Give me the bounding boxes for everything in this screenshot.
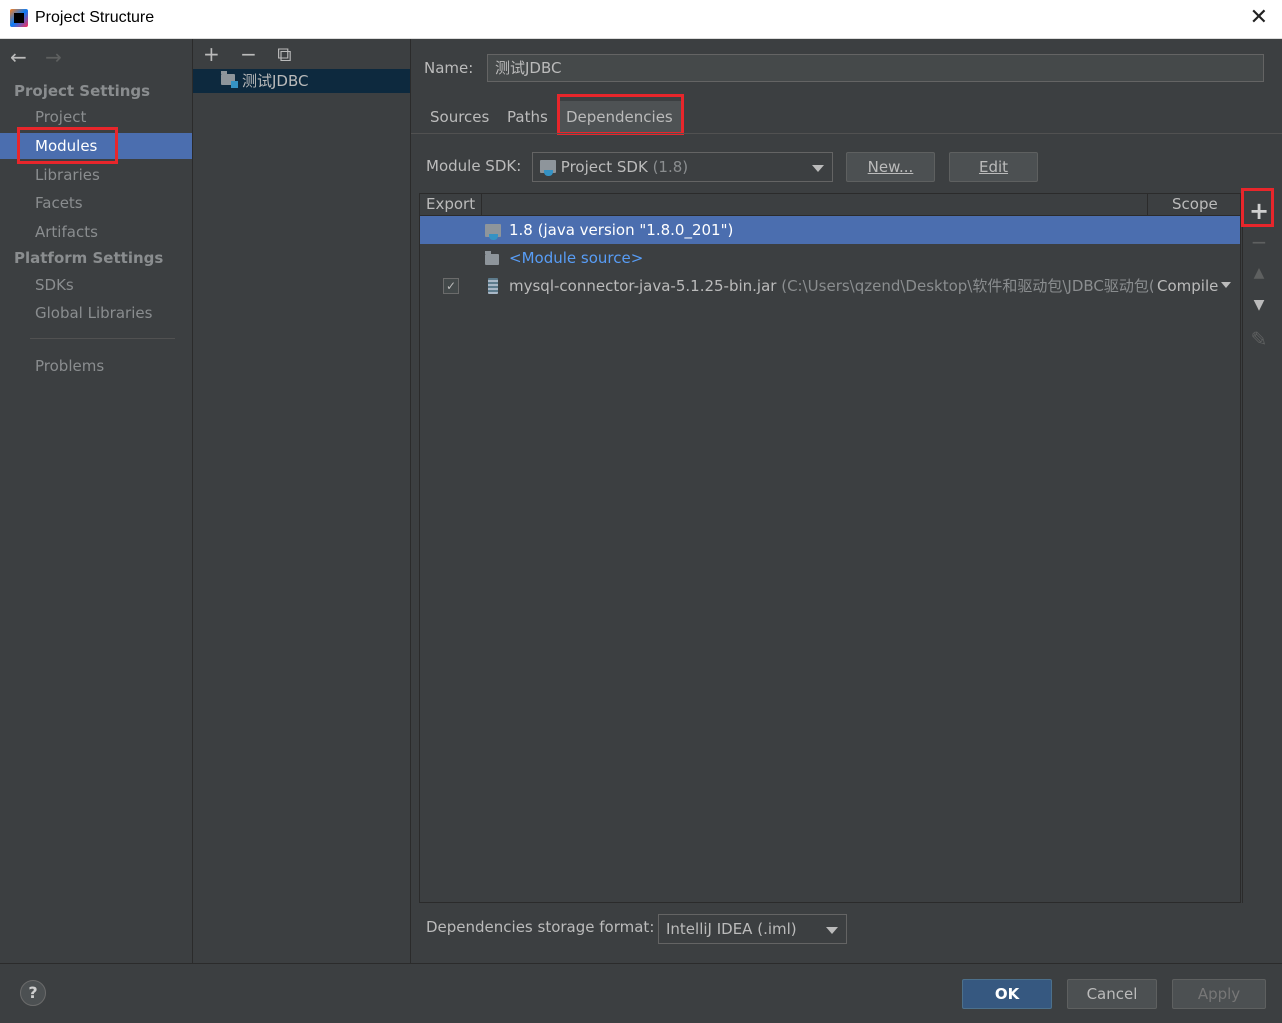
sdk-value: Project SDK — [560, 158, 648, 176]
ok-button[interactable]: OK — [962, 979, 1052, 1009]
dependency-text: mysql-connector-java-5.1.25-bin.jar (C:\… — [509, 272, 1163, 300]
sidebar-divider — [30, 338, 175, 339]
module-sdk-label: Module SDK: — [426, 157, 522, 175]
table-header: Export Scope — [420, 194, 1240, 216]
tab-sources[interactable]: Sources — [422, 101, 497, 133]
modules-list-panel: + − ⧉ 测试JDBC — [193, 39, 411, 963]
sidebar-item-problems[interactable]: Problems — [0, 353, 192, 379]
cancel-button[interactable]: Cancel — [1067, 979, 1157, 1009]
sidebar-item-artifacts[interactable]: Artifacts — [0, 219, 192, 245]
module-sdk-dropdown[interactable]: Project SDK (1.8) — [532, 152, 833, 182]
dialog-footer: ? OK Cancel Apply — [0, 963, 1282, 1023]
dependencies-table: Export Scope 1.8 (java version "1.8.0_20… — [419, 193, 1241, 903]
move-up-icon[interactable]: ▲ — [1243, 265, 1275, 281]
intellij-app-icon — [10, 9, 28, 27]
scope-value: Compile — [1157, 277, 1219, 295]
module-details-panel: Name: 测试JDBC Sources Paths Dependencies … — [411, 39, 1282, 963]
module-list-item[interactable]: 测试JDBC — [193, 69, 410, 93]
settings-sidebar: ← → Project Settings Project Modules Lib… — [0, 39, 193, 963]
forward-arrow-icon[interactable]: → — [45, 45, 62, 69]
close-icon[interactable]: ✕ — [1250, 5, 1268, 30]
storage-format-dropdown[interactable]: IntelliJ IDEA (.iml) — [658, 914, 847, 944]
move-down-icon[interactable]: ▼ — [1243, 297, 1275, 313]
tab-paths[interactable]: Paths — [499, 101, 556, 133]
sidebar-item-global-libraries[interactable]: Global Libraries — [0, 300, 192, 326]
back-arrow-icon[interactable]: ← — [10, 45, 27, 69]
project-settings-header: Project Settings — [14, 82, 151, 100]
jdk-icon — [485, 224, 501, 240]
table-row[interactable]: <Module source> — [420, 244, 1240, 272]
add-module-icon[interactable]: + — [203, 42, 220, 66]
sidebar-item-sdks[interactable]: SDKs — [0, 272, 192, 298]
remove-dependency-icon[interactable]: − — [1243, 230, 1275, 254]
module-name: 测试JDBC — [242, 72, 309, 90]
table-row[interactable]: ✓ mysql-connector-java-5.1.25-bin.jar (C… — [420, 272, 1240, 300]
remove-module-icon[interactable]: − — [240, 42, 257, 66]
nav-arrows: ← → — [10, 45, 74, 69]
scope-dropdown[interactable]: Compile — [1153, 272, 1232, 300]
new-sdk-button[interactable]: New... — [846, 152, 935, 182]
apply-button[interactable]: Apply — [1172, 979, 1266, 1009]
sdk-version: (1.8) — [652, 158, 689, 176]
tab-dependencies[interactable]: Dependencies — [558, 101, 681, 133]
modules-toolbar: + − ⧉ — [203, 42, 306, 66]
module-name-field[interactable]: 测试JDBC — [487, 54, 1264, 82]
tab-divider — [411, 133, 1282, 134]
sidebar-item-libraries[interactable]: Libraries — [0, 162, 192, 188]
export-checkbox[interactable]: ✓ — [443, 278, 459, 294]
scope-column-header[interactable]: Scope — [1172, 194, 1218, 215]
storage-format-label: Dependencies storage format: — [426, 918, 655, 936]
sidebar-item-modules[interactable]: Modules — [0, 133, 192, 159]
platform-settings-header: Platform Settings — [14, 249, 164, 267]
sdk-folder-icon — [540, 160, 556, 176]
help-button[interactable]: ? — [20, 980, 46, 1006]
copy-module-icon[interactable]: ⧉ — [277, 42, 291, 66]
chevron-down-icon — [826, 927, 838, 934]
edit-dependency-icon[interactable]: ✎ — [1243, 327, 1275, 351]
dependency-label: 1.8 (java version "1.8.0_201") — [509, 221, 734, 239]
jar-icon — [488, 278, 498, 294]
name-label: Name: — [424, 59, 474, 77]
edit-sdk-button[interactable]: Edit — [949, 152, 1038, 182]
module-folder-icon — [221, 71, 238, 88]
sidebar-item-project[interactable]: Project — [0, 104, 192, 130]
dependencies-toolbar: + − ▲ ▼ ✎ — [1242, 193, 1282, 903]
chevron-down-icon — [1221, 282, 1232, 288]
column-divider — [1147, 194, 1148, 215]
sidebar-item-facets[interactable]: Facets — [0, 190, 192, 216]
storage-format-value: IntelliJ IDEA (.iml) — [666, 920, 797, 938]
dependency-label: mysql-connector-java-5.1.25-bin.jar — [509, 277, 777, 295]
dependency-label: <Module source> — [509, 249, 644, 267]
export-column-header[interactable]: Export — [426, 194, 475, 215]
table-row[interactable]: 1.8 (java version "1.8.0_201") — [420, 216, 1240, 244]
column-divider — [481, 194, 482, 215]
window-title: Project Structure — [35, 9, 155, 26]
title-bar: Project Structure ✕ — [0, 0, 1282, 39]
chevron-down-icon — [812, 165, 824, 172]
dependency-path: (C:\Users\qzend\Desktop\软件和驱动包\JDBC驱动包(c — [781, 277, 1163, 295]
add-dependency-icon[interactable]: + — [1243, 197, 1275, 225]
folder-icon — [485, 251, 499, 265]
